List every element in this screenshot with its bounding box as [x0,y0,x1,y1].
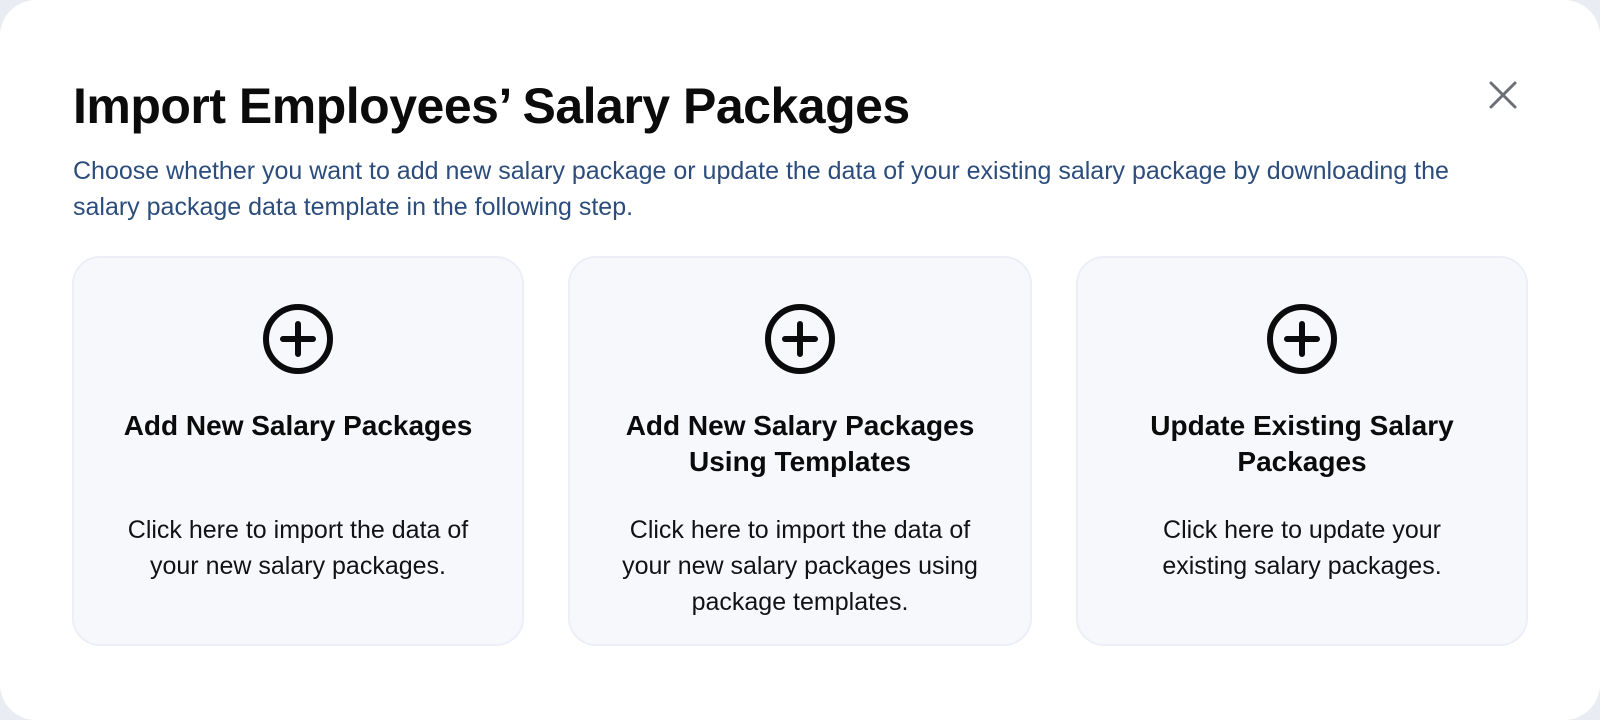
close-icon[interactable] [1486,78,1520,112]
option-title: Add New Salary Packages [123,410,473,441]
dialog-title: Import Employees’ Salary Packages [73,78,910,134]
option-description: Click here to update your existing salar… [1162,516,1442,580]
plus-circle-icon [263,304,333,374]
dialog-description: Choose whether you want to add new salar… [73,157,1449,221]
option-title: Update Existing Salary Packages [1150,410,1454,477]
plus-circle-icon [1267,304,1337,374]
option-card-add-new-salary-packages[interactable]: Add New Salary Packages Click here to im… [72,256,524,646]
option-description: Click here to import the data of your ne… [622,516,978,616]
option-description: Click here to import the data of your ne… [127,516,469,580]
import-salary-packages-dialog: Import Employees’ Salary Packages Choose… [0,0,1600,720]
plus-circle-icon [765,304,835,374]
option-card-add-using-templates[interactable]: Add New Salary Packages Using Templates … [568,256,1032,646]
option-card-update-existing-salary-packages[interactable]: Update Existing Salary Packages Click he… [1076,256,1528,646]
option-title: Add New Salary Packages Using Templates [625,410,975,477]
